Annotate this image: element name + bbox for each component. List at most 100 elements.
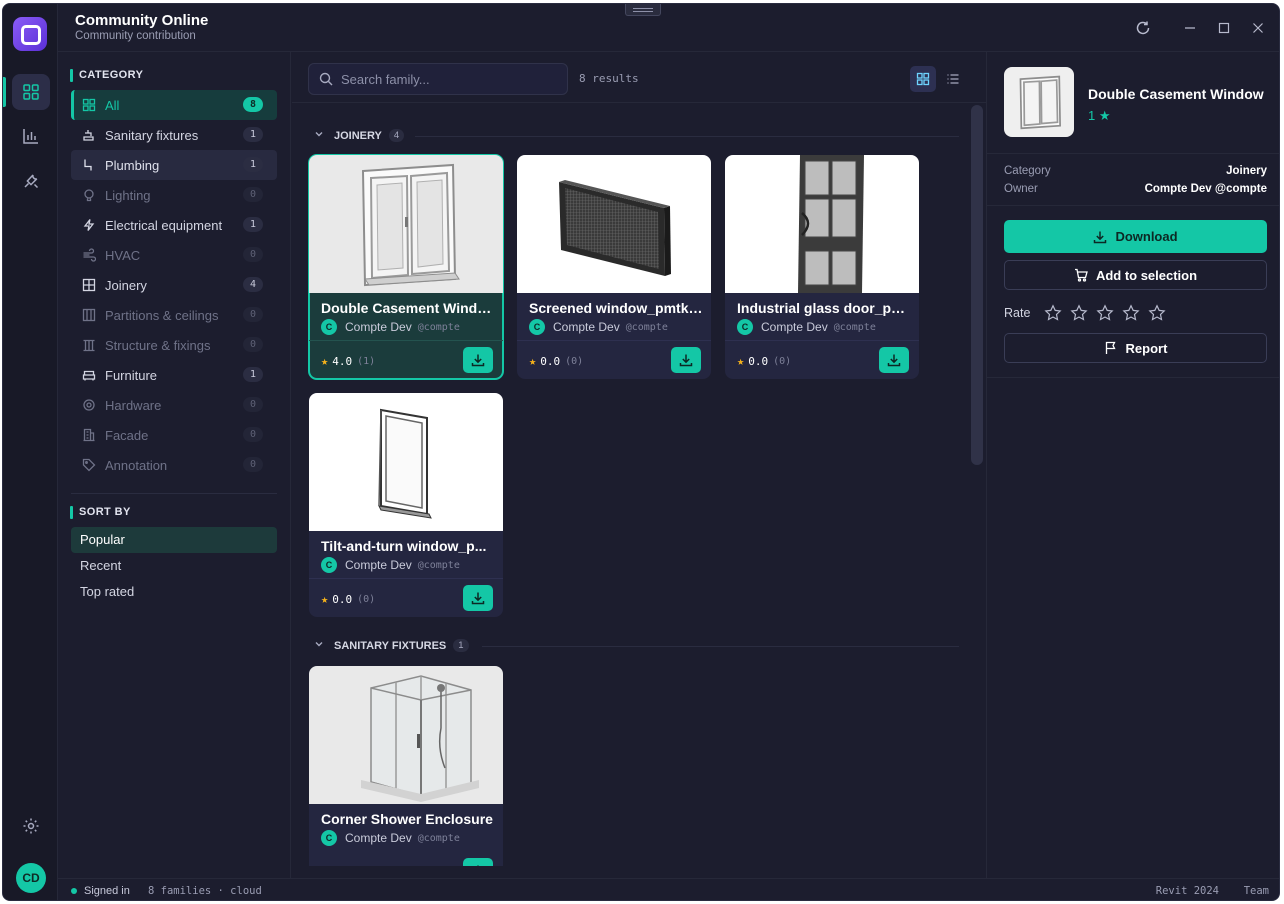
sidebar-item-count: 1 — [243, 367, 263, 382]
group-header-joinery[interactable]: JOINERY 4 — [314, 129, 405, 142]
toolbar-divider — [292, 102, 986, 103]
sidebar-item-hvac[interactable]: HVAC 0 — [71, 240, 277, 270]
sort-option-top-rated[interactable]: Top rated — [71, 579, 277, 605]
star-outline-icon — [1043, 303, 1062, 321]
card-clip: Corner Shower Enclosure C Compte Dev @co… — [292, 664, 970, 866]
sidebar-divider — [71, 493, 277, 494]
bulb-icon — [81, 187, 97, 203]
status-bar: Signed in 8 families · cloud Revit 2024 … — [58, 878, 1279, 900]
sidebar-item-joinery[interactable]: Joinery 4 — [71, 270, 277, 300]
sidebar-item-electrical-equipment[interactable]: Electrical equipment 1 — [71, 210, 277, 240]
card-download-button[interactable] — [671, 347, 701, 373]
owner-name: Compte Dev — [345, 320, 412, 334]
detail-divider — [987, 377, 1279, 378]
sidebar-item-count: 0 — [243, 187, 263, 202]
detail-thumbnail — [1004, 67, 1074, 137]
revit-version: Revit 2024 — [1155, 885, 1219, 897]
sidebar-item-plumbing[interactable]: Plumbing 1 — [71, 150, 277, 180]
rating-value: 0.0 — [332, 592, 353, 606]
rate-star-2[interactable] — [1069, 303, 1088, 322]
flag-icon — [1105, 341, 1116, 354]
family-card[interactable]: Corner Shower Enclosure C Compte Dev @co… — [309, 666, 503, 866]
search-input[interactable] — [341, 71, 541, 87]
card-rating: ★ 0.0 (0) — [321, 592, 375, 606]
detail-rating: 1 ★ — [1088, 108, 1111, 123]
group-rule — [415, 136, 959, 137]
sort-option-popular[interactable]: Popular — [71, 527, 277, 553]
card-owner: C Compte Dev @compte — [321, 557, 460, 573]
sidebar-item-count: 0 — [243, 307, 263, 322]
detail-panel: Double Casement Window 1 ★ Category Join… — [986, 52, 1279, 878]
rail-tools-button[interactable] — [12, 163, 50, 199]
download-label: Download — [1115, 229, 1178, 244]
family-card[interactable]: Screened window_pmtk_... C Compte Dev @c… — [517, 155, 711, 379]
card-download-button[interactable] — [463, 585, 493, 611]
user-avatar[interactable]: CD — [16, 863, 46, 893]
group-header-sanitary-fixtures[interactable]: SANITARY FIXTURES 1 — [314, 639, 469, 652]
family-card[interactable]: Double Casement Window C Compte Dev @com… — [308, 154, 504, 380]
sidebar-item-structure-fixings[interactable]: Structure & fixings 0 — [71, 330, 277, 360]
star-icon: ★ — [321, 354, 329, 368]
minimize-button[interactable] — [1180, 18, 1200, 38]
owner-handle: @compte — [417, 321, 460, 333]
maximize-button[interactable] — [1214, 18, 1234, 38]
sidebar-item-hardware[interactable]: Hardware 0 — [71, 390, 277, 420]
grid-view-button[interactable] — [910, 66, 936, 92]
family-card[interactable]: Tilt-and-turn window_p... C Compte Dev @… — [309, 393, 503, 617]
results-count: 8 results — [579, 72, 639, 85]
card-thumbnail — [725, 155, 919, 293]
sidebar-item-label: Annotation — [105, 457, 168, 473]
card-owner: C Compte Dev @compte — [737, 319, 876, 335]
rating-votes: (0) — [773, 355, 792, 367]
sidebar-item-facade[interactable]: Facade 0 — [71, 420, 277, 450]
rate-star-3[interactable] — [1095, 303, 1114, 322]
sidebar-item-partitions-ceilings[interactable]: Partitions & ceilings 0 — [71, 300, 277, 330]
rail-stats-button[interactable] — [12, 118, 50, 154]
card-download-button[interactable] — [463, 347, 493, 373]
card-download-button[interactable] — [879, 347, 909, 373]
close-button[interactable] — [1248, 18, 1268, 38]
rate-star-5[interactable] — [1147, 303, 1166, 322]
tilt-turn-window-icon — [378, 408, 432, 519]
sidebar-item-lighting[interactable]: Lighting 0 — [71, 180, 277, 210]
nav-rail: CD — [3, 4, 58, 900]
rating-value: 0.0 — [540, 354, 561, 368]
rating-votes: (0) — [357, 593, 376, 605]
star-icon: ★ — [737, 354, 745, 368]
sort-option-recent[interactable]: Recent — [71, 553, 277, 579]
sidebar-item-furniture[interactable]: Furniture 1 — [71, 360, 277, 390]
sofa-icon — [81, 367, 97, 383]
rate-star-4[interactable] — [1121, 303, 1140, 322]
owner-handle: @compte — [417, 559, 460, 571]
rail-browse-button[interactable] — [12, 74, 50, 110]
search-icon — [319, 72, 333, 86]
sidebar-item-sanitary-fixtures[interactable]: Sanitary fixtures 1 — [71, 120, 277, 150]
rail-settings-button[interactable] — [12, 808, 50, 844]
glass-door-icon — [798, 155, 864, 293]
card-download-button[interactable] — [463, 858, 493, 866]
rating-votes: (1) — [357, 355, 376, 367]
search-box[interactable] — [308, 63, 568, 95]
sidebar-item-all[interactable]: All 8 — [71, 90, 277, 120]
signed-in-status: Signed in — [84, 885, 130, 897]
double-casement-window-icon — [1019, 75, 1061, 130]
report-button[interactable]: Report — [1004, 333, 1267, 363]
family-card[interactable]: Industrial glass door_pm... C Compte Dev… — [725, 155, 919, 379]
refresh-button[interactable] — [1133, 18, 1153, 38]
app-logo — [13, 17, 47, 51]
rate-stars — [1043, 303, 1166, 322]
results-scrollbar[interactable] — [971, 105, 983, 465]
sidebar-item-annotation[interactable]: Annotation 0 — [71, 450, 277, 480]
lightning-icon — [81, 217, 97, 233]
card-owner: C Compte Dev @compte — [321, 830, 460, 846]
card-title: Screened window_pmtk_... — [529, 300, 703, 316]
list-view-icon — [947, 74, 959, 84]
sidebar-item-label: All — [105, 97, 120, 113]
rate-star-1[interactable] — [1043, 303, 1062, 322]
download-button[interactable]: Download — [1004, 220, 1267, 253]
results-panel: 8 results JOINERY 4 — [292, 52, 986, 878]
list-view-button[interactable] — [940, 66, 966, 92]
sort-heading: SORT BY — [70, 506, 131, 519]
owner-handle: @compte — [417, 832, 460, 844]
add-to-selection-button[interactable]: Add to selection — [1004, 260, 1267, 290]
